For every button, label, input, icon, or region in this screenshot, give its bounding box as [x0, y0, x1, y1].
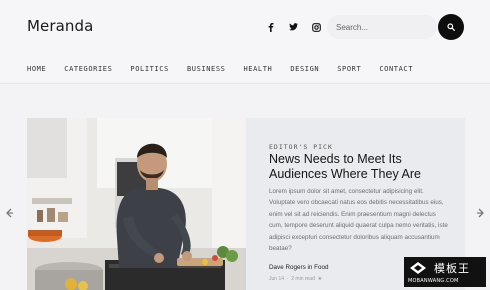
post-read-time: 2 min read [291, 276, 315, 282]
nav-home[interactable]: HOME [27, 64, 46, 74]
watermark-subtext: MOBANWANG.COM [408, 278, 459, 284]
site-header: Meranda HOME CATEGORIES POLITICS BUSINES… [0, 0, 490, 82]
star-icon: ★ [316, 276, 323, 282]
dot-separator: · [285, 276, 290, 282]
header-divider [0, 83, 490, 84]
nav-contact[interactable]: CONTACT [379, 64, 413, 74]
search-box [327, 15, 437, 39]
watermark-logo: 模板王 MOBANWANG.COM [404, 257, 486, 287]
instagram-icon[interactable] [311, 22, 321, 32]
chevron-right-icon [477, 208, 484, 218]
watermark-logo-icon [410, 262, 426, 274]
post-category-link[interactable]: Food [314, 264, 328, 271]
site-logo[interactable]: Meranda [27, 17, 93, 35]
chevron-left-icon [6, 208, 13, 218]
post-excerpt: Lorem ipsum dolor sit amet, consectetur … [269, 188, 448, 253]
post-author[interactable]: Dave Rogers [269, 264, 306, 271]
post-date: Jun 14 [269, 276, 285, 282]
nav-categories[interactable]: CATEGORIES [64, 64, 112, 74]
post-date-readtime: Jun 14 · 2 min read ★ [269, 276, 322, 282]
featured-image[interactable] [27, 118, 246, 290]
nav-health[interactable]: HEALTH [243, 64, 272, 74]
slider-next-button[interactable] [476, 205, 486, 218]
main-nav: HOME CATEGORIES POLITICS BUSINESS HEALTH… [27, 64, 431, 74]
search-icon [447, 23, 455, 31]
nav-politics[interactable]: POLITICS [130, 64, 169, 74]
post-in-word: in [307, 264, 313, 271]
post-meta: Dave Rogers in Food [269, 264, 329, 271]
search-button[interactable] [438, 14, 464, 40]
post-category-label: EDITOR'S PICK [269, 143, 333, 151]
nav-sport[interactable]: SPORT [337, 64, 361, 74]
search-input[interactable] [336, 20, 426, 34]
nav-design[interactable]: DESIGN [290, 64, 319, 74]
watermark-text: 模板王 [434, 262, 470, 275]
slider-prev-button[interactable] [4, 205, 14, 218]
nav-business[interactable]: BUSINESS [187, 64, 226, 74]
twitter-icon[interactable] [288, 22, 298, 32]
facebook-icon[interactable] [266, 22, 276, 32]
post-title[interactable]: News Needs to Meet Its Audiences Where T… [269, 152, 449, 182]
